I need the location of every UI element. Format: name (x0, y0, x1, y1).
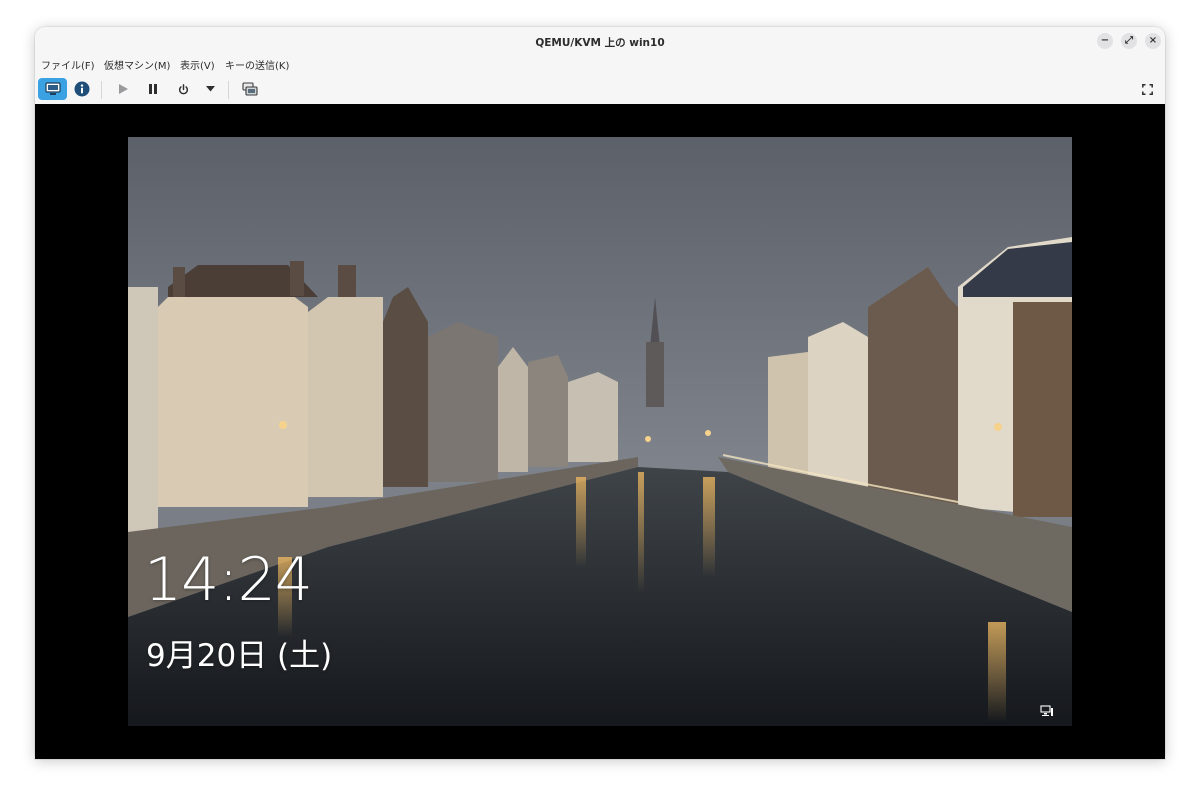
fullscreen-button[interactable] (1137, 78, 1157, 100)
run-button[interactable] (114, 78, 132, 100)
monitor-icon (44, 82, 61, 95)
window-title: QEMU/KVM 上の win10 (535, 37, 665, 49)
menu-view[interactable]: 表示(V) (180, 57, 215, 72)
snapshots-icon (242, 82, 258, 96)
menu-file[interactable]: ファイル(F) (41, 57, 95, 72)
close-button[interactable]: × (1145, 33, 1161, 49)
guest-lock-screen[interactable]: 14:24 9月20日 (土) (128, 137, 1072, 726)
vm-viewer-window: QEMU/KVM 上の win10 − ⤢ × ファイル(F) 仮想マシン(M)… (35, 27, 1165, 759)
maximize-button[interactable]: ⤢ (1121, 33, 1137, 49)
play-icon (119, 84, 128, 94)
toolbar-separator (101, 81, 102, 99)
details-button[interactable] (71, 78, 93, 100)
menu-bar: ファイル(F) 仮想マシン(M) 表示(V) キーの送信(K) (35, 57, 1165, 73)
menu-send-key[interactable]: キーの送信(K) (225, 57, 289, 72)
pause-button[interactable] (144, 78, 162, 100)
power-button[interactable] (174, 78, 192, 100)
chevron-down-icon (205, 86, 215, 92)
pause-icon (149, 84, 157, 94)
toolbar-separator (228, 81, 229, 99)
snapshots-button[interactable] (239, 78, 261, 100)
menu-virtual-machine[interactable]: 仮想マシン(M) (104, 57, 170, 72)
lock-screen-time: 14:24 (144, 545, 313, 615)
info-icon (74, 81, 90, 97)
toolbar (35, 77, 1165, 103)
power-menu-button[interactable] (202, 78, 218, 100)
title-bar[interactable]: QEMU/KVM 上の win10 − ⤢ × (35, 27, 1165, 55)
console-view-button[interactable] (38, 78, 67, 100)
fullscreen-icon (1141, 83, 1153, 95)
minimize-button[interactable]: − (1097, 33, 1113, 49)
lock-screen-date: 9月20日 (土) (146, 638, 333, 674)
vm-console[interactable]: 14:24 9月20日 (土) (35, 104, 1165, 759)
network-icon[interactable] (1040, 705, 1054, 717)
power-icon (178, 83, 188, 94)
